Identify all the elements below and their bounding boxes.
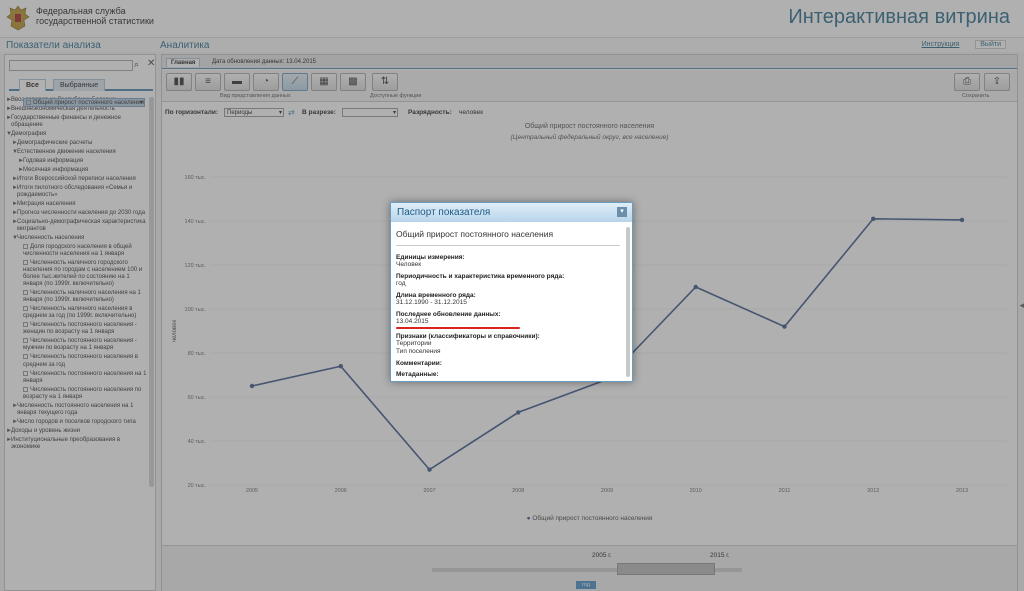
dialog-close-button[interactable]: ▾ <box>617 207 627 217</box>
dialog-scrollbar[interactable] <box>626 227 630 377</box>
passport-field-label: Периодичность и характеристика временног… <box>396 273 565 280</box>
passport-dialog: Паспорт показателя ▾ Общий прирост посто… <box>390 202 633 382</box>
passport-field-value: Человек <box>396 261 422 268</box>
highlight-underline <box>396 327 520 329</box>
dialog-header: Паспорт показателя ▾ <box>391 203 632 222</box>
passport-field-value: 31.12.1990 - 31.12.2015 <box>396 299 467 306</box>
passport-field-label: Признаки (классификаторы и справочники): <box>396 333 540 340</box>
passport-field-label: Единицы измерения: <box>396 254 465 261</box>
passport-field-value: Тип поселения <box>396 348 441 355</box>
passport-field-value: год <box>396 280 406 287</box>
passport-field-label: Длина временного ряда: <box>396 292 476 299</box>
passport-field-label: Метаданные: <box>396 371 439 378</box>
dialog-body: Общий прирост постоянного населения Един… <box>396 229 620 379</box>
passport-field-value: Территории <box>396 340 432 347</box>
passport-field-value: 13.04.2015 <box>396 318 429 325</box>
dialog-title: Паспорт показателя <box>397 207 491 218</box>
passport-field-label: Последнее обновление данных: <box>396 311 501 318</box>
indicator-name: Общий прирост постоянного населения <box>396 229 620 246</box>
passport-field-label: Комментарии: <box>396 360 442 367</box>
